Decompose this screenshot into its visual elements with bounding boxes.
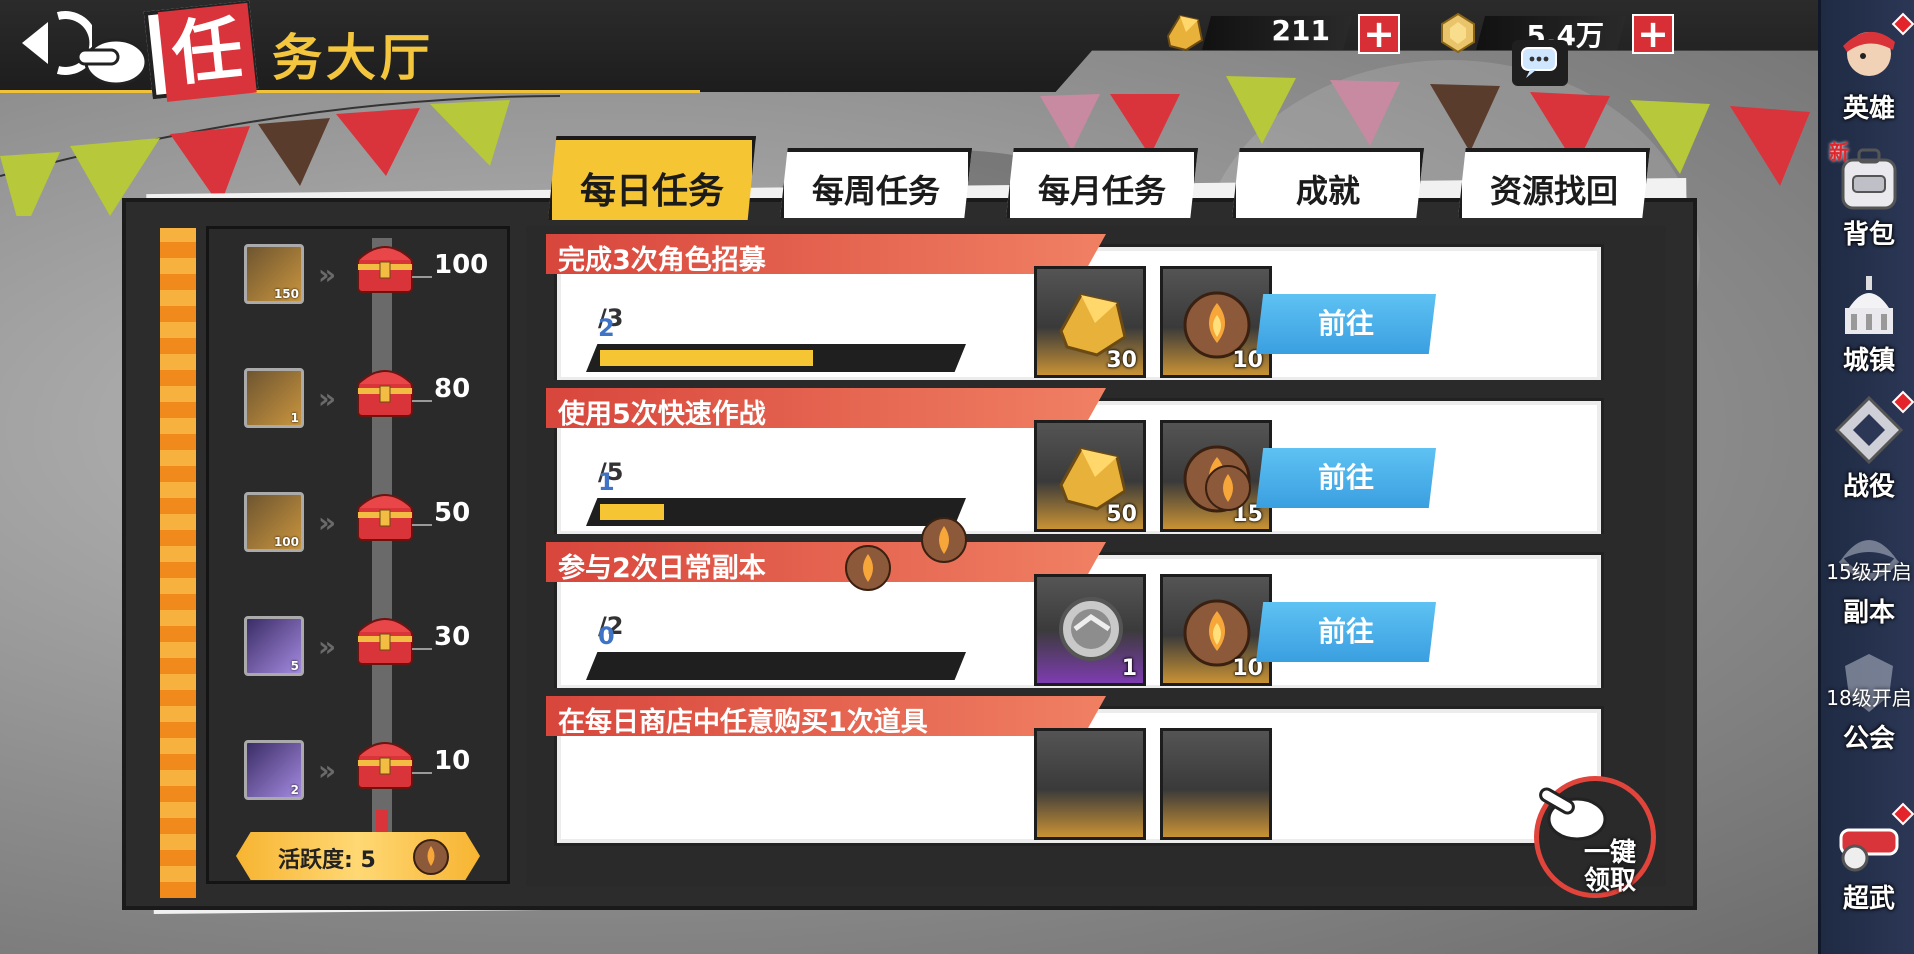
milestone-10[interactable]: 2 » 10 bbox=[240, 732, 500, 812]
task-progress-text: 0/2 bbox=[598, 612, 624, 650]
milestone-score: 30 bbox=[411, 622, 471, 652]
reward-fire-orb[interactable]: 10 bbox=[1160, 574, 1272, 686]
purple-card-icon: 5 bbox=[244, 616, 304, 676]
tab-resource-recovery[interactable]: 资源找回 bbox=[1458, 148, 1650, 218]
claim-all-button[interactable]: 一键 领取 bbox=[1534, 776, 1656, 898]
chevron-right-icon: » bbox=[318, 382, 337, 415]
task-progress-bar bbox=[586, 498, 966, 526]
glove-pointer-icon bbox=[1539, 787, 1607, 841]
task-progress-fill bbox=[600, 504, 664, 520]
new-badge: 新 bbox=[1829, 140, 1849, 164]
task-progress-text: 2/3 bbox=[598, 304, 624, 342]
lock-level-text: 18级开启 bbox=[1826, 686, 1912, 710]
currency-gold-ore-value: 211 bbox=[1271, 14, 1330, 47]
task-list: 完成3次角色招募 2/3 30 10 前往 使用5次快速作战 1/5 50 15… bbox=[526, 226, 1666, 886]
reward-gold-ore[interactable]: 30 bbox=[1034, 266, 1146, 378]
lock-level-text: 15级开启 bbox=[1826, 560, 1912, 584]
go-button[interactable]: 前往 bbox=[1256, 294, 1436, 354]
treasure-chest-icon[interactable] bbox=[354, 362, 416, 422]
top-bar-accent bbox=[0, 90, 700, 93]
fire-orb-icon bbox=[921, 517, 967, 563]
town-icon bbox=[1845, 276, 1893, 334]
task-title: 完成3次角色招募 bbox=[558, 245, 766, 276]
reward-fire-orb[interactable]: 10 bbox=[1160, 266, 1272, 378]
go-button[interactable]: 前往 bbox=[1256, 448, 1436, 508]
treasure-chest-icon[interactable] bbox=[354, 238, 416, 298]
task-progress-text: 1/5 bbox=[598, 458, 624, 496]
page-title: 务大厅 bbox=[272, 29, 434, 87]
milestone-score: 80 bbox=[411, 374, 471, 404]
gold-card-icon: 1 bbox=[244, 368, 304, 428]
chevron-right-icon: » bbox=[318, 258, 337, 291]
fire-orb-icon bbox=[413, 839, 449, 875]
task-item: 参与2次日常副本 0/2 1 10 前往 bbox=[546, 534, 1646, 704]
milestone-100[interactable]: 150 » 100 bbox=[240, 236, 500, 316]
milestone-score: 50 bbox=[411, 498, 471, 528]
milestone-score: 100 bbox=[411, 250, 489, 280]
treasure-chest-icon[interactable] bbox=[354, 734, 416, 794]
task-title: 使用5次快速作战 bbox=[558, 399, 766, 430]
gold-ore-icon: 150 bbox=[244, 244, 304, 304]
chat-bubble-icon bbox=[1521, 47, 1557, 78]
add-gold-coin-button[interactable]: + bbox=[1632, 14, 1674, 54]
sidebar-item-backpack[interactable]: 背包 新 bbox=[1821, 136, 1914, 256]
fire-orb-icon bbox=[1205, 465, 1251, 511]
task-title: 参与2次日常副本 bbox=[558, 553, 766, 584]
task-item: 使用5次快速作战 1/5 50 15 前往 bbox=[546, 380, 1646, 550]
task-item: 在每日商店中任意购买1次道具 bbox=[546, 688, 1646, 858]
fire-orb-icon bbox=[845, 545, 891, 591]
reward-fire-orb[interactable] bbox=[1160, 728, 1272, 840]
title-badge: 任 bbox=[143, 0, 259, 102]
task-progress-bar bbox=[586, 344, 966, 372]
tab-daily[interactable]: 每日任务 bbox=[548, 136, 756, 220]
milestone-80[interactable]: 1 » 80 bbox=[240, 360, 500, 440]
sidebar-item-super-weapon[interactable]: 超武 bbox=[1821, 800, 1914, 920]
treasure-chest-icon[interactable] bbox=[354, 486, 416, 546]
reward-gold-ore[interactable] bbox=[1034, 728, 1146, 840]
sidebar-item-battle[interactable]: 战役 bbox=[1821, 388, 1914, 508]
activity-points-label: 活跃度: 5 bbox=[278, 848, 376, 873]
chat-button[interactable] bbox=[1512, 40, 1568, 86]
task-item: 完成3次角色招募 2/3 30 10 前往 bbox=[546, 226, 1646, 396]
treasure-chest-icon[interactable] bbox=[354, 610, 416, 670]
chevron-right-icon: » bbox=[318, 754, 337, 787]
gold-coin-icon bbox=[1441, 12, 1475, 54]
gold-ore-icon bbox=[1166, 14, 1204, 52]
left-stripe bbox=[160, 228, 196, 898]
task-title-banner: 完成3次角色招募 bbox=[546, 234, 1106, 274]
milestone-50[interactable]: 100 » 50 bbox=[240, 484, 500, 564]
milestone-score: 10 bbox=[411, 746, 471, 776]
task-title-banner: 在每日商店中任意购买1次道具 bbox=[546, 696, 1106, 736]
purple-card-icon: 2 bbox=[244, 740, 304, 800]
sidebar-item-hero[interactable]: 英雄 bbox=[1821, 10, 1914, 130]
sidebar-item-town[interactable]: 城镇 bbox=[1821, 262, 1914, 382]
tab-achievements[interactable]: 成就 bbox=[1232, 148, 1424, 218]
task-title: 在每日商店中任意购买1次道具 bbox=[558, 707, 928, 738]
task-progress-fill bbox=[600, 350, 813, 366]
task-progress-bar bbox=[586, 652, 966, 680]
reward-silver-medal[interactable]: 1 bbox=[1034, 574, 1146, 686]
sidebar-item-guild[interactable]: 18级开启 公会 bbox=[1821, 640, 1914, 760]
go-button[interactable]: 前往 bbox=[1256, 602, 1436, 662]
title-first-char: 任 bbox=[157, 2, 257, 102]
add-gold-ore-button[interactable]: + bbox=[1358, 14, 1400, 54]
glove-pointer-icon bbox=[76, 38, 148, 86]
task-title-banner: 使用5次快速作战 bbox=[546, 388, 1106, 428]
gold-ore-icon: 100 bbox=[244, 492, 304, 552]
tab-monthly[interactable]: 每月任务 bbox=[1006, 148, 1198, 218]
chevron-right-icon: » bbox=[318, 506, 337, 539]
right-sidebar: 英雄 背包 新 城镇 战役 15级开启 副本 18级开启 公会 超武 bbox=[1818, 0, 1914, 954]
task-title-banner: 参与2次日常副本 bbox=[546, 542, 1106, 582]
tab-weekly[interactable]: 每周任务 bbox=[780, 148, 972, 218]
reward-gold-ore[interactable]: 50 bbox=[1034, 420, 1146, 532]
sidebar-item-dungeon[interactable]: 15级开启 副本 bbox=[1821, 514, 1914, 634]
milestone-30[interactable]: 5 » 30 bbox=[240, 608, 500, 688]
chevron-right-icon: » bbox=[318, 630, 337, 663]
